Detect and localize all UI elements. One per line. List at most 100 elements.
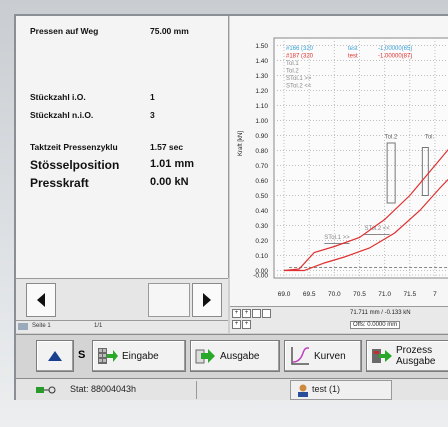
legend-entry-name: test [348, 46, 358, 52]
eingabe-label: Eingabe [122, 350, 159, 362]
process-output-icon [372, 349, 392, 363]
kraft-label: Presskraft [30, 176, 89, 190]
legend-entry-value: -1.00000(87) [378, 54, 412, 60]
connection-icon [36, 386, 56, 394]
x-tick-label: 7 [433, 291, 437, 298]
cursor-readout: 71.711 mm / -0.133 kN [350, 310, 411, 316]
eingabe-button[interactable]: Eingabe [92, 340, 186, 372]
legend-entry: Tol.2 [286, 69, 299, 75]
process-info-panel: Pressen auf Weg 75.00 mm Stückzahl i.O. … [16, 16, 229, 278]
tol1-annotation: Tol. [425, 135, 435, 141]
y-tick-label: 0.90 [255, 133, 268, 140]
triangle-left-icon [37, 293, 45, 307]
legend-entry: #166 (320 [286, 46, 314, 52]
triangle-up-icon [48, 351, 62, 361]
prozess-ausgabe-label: Prozess Ausgabe [396, 345, 435, 367]
zoom-box-5[interactable]: + [232, 320, 241, 329]
legend-entry: STol.1 >> [286, 76, 312, 82]
tol2-annotation: Tol.2 [385, 135, 398, 141]
x-tick-label: 71.0 [378, 291, 391, 298]
zoom-box-2[interactable]: + [242, 309, 251, 318]
zoom-box-3[interactable] [252, 309, 261, 318]
zoom-box-1[interactable]: + [232, 309, 241, 318]
s-label: S [78, 349, 86, 361]
function-key-bar: S Eingabe Ausgabe Kurven Prozess Ausgabe [16, 334, 448, 379]
up-button[interactable] [36, 340, 74, 372]
x-tick-label: 70.0 [328, 291, 341, 298]
scroll-right-button[interactable] [192, 283, 222, 317]
pressen-value: 75.00 mm [150, 26, 189, 36]
io-label: Stückzahl i.O. [30, 92, 86, 102]
legend-entry-name: test [348, 54, 358, 60]
page-scroll-bar [16, 278, 228, 321]
y-tick-label: 1.30 [255, 73, 268, 80]
nio-value: 3 [150, 110, 155, 120]
y-tick-label: 1.40 [255, 58, 268, 65]
taktzeit-row: Taktzeit Pressenzyklu 1.57 sec [30, 142, 183, 152]
status-bar: Stat: 88004043h test (1) [16, 378, 448, 400]
prozess-label-line1: Prozess [396, 345, 433, 356]
y-axis-label: Kraft [kN] [238, 131, 244, 156]
y-tick-label: 0.40 [255, 208, 268, 215]
y-tick-label: 0.60 [255, 178, 268, 185]
x-tick-label: 70.5 [353, 291, 366, 298]
scroll-left-button[interactable] [26, 283, 56, 317]
chart-toolbar: + + + + 71.711 mm / -0.133 kN Offs: 0.00… [230, 306, 448, 333]
prozess-ausgabe-button[interactable]: Prozess Ausgabe [366, 340, 448, 372]
ausgabe-label: Ausgabe [220, 350, 260, 362]
status-divider [196, 381, 197, 399]
curve-chart-icon [291, 347, 310, 365]
page-indicator-bar: Seite 1 1/1 [16, 320, 228, 333]
ausgabe-button[interactable]: Ausgabe [190, 340, 280, 372]
stoessel-value: 1.01 mm [150, 158, 195, 170]
user-text: test (1) [312, 384, 341, 394]
stat-text: Stat: 88004043h [70, 384, 137, 394]
chart-svg: 1.50 1.40 1.30 1.20 1.10 1.00 0.90 0.80 0.70 0.60… [238, 37, 448, 298]
page-icon [18, 323, 28, 330]
takt-label: Taktzeit Pressenzyklu [30, 142, 118, 152]
stol1-annotation: STol.1 >> [324, 235, 350, 241]
output-arrow-icon [195, 349, 215, 364]
x-tick-label: 69.0 [278, 291, 291, 298]
kraft-value: 0.00 kN [150, 176, 189, 188]
y-tick-label: 0.30 [255, 223, 268, 230]
prozess-label-line2: Ausgabe [396, 356, 436, 367]
stueckzahl-nio-row: Stückzahl n.i.O. 3 [30, 110, 155, 120]
force-displacement-chart: 1.50 1.40 1.30 1.20 1.10 1.00 0.90 0.80 0.70 0.60… [230, 16, 448, 316]
io-value: 1 [150, 92, 155, 102]
stueckzahl-io-row: Stückzahl i.O. 1 [30, 92, 155, 102]
triangle-right-icon [203, 293, 211, 307]
y-tick-label: -0.00 [253, 273, 268, 280]
pressen-auf-weg-row: Pressen auf Weg 75.00 mm [30, 26, 189, 36]
page-label: Seite 1 [32, 323, 51, 329]
offset-readout: Offs: 0.0000 mm [350, 321, 401, 329]
legend-entry: STol.2 << [286, 84, 312, 90]
zoom-box-4[interactable] [262, 309, 271, 318]
scroll-thumb[interactable] [148, 283, 190, 317]
y-tick-label: 0.70 [255, 163, 268, 170]
x-tick-label: 71.5 [403, 291, 416, 298]
legend-entry: #187 (320 [286, 54, 314, 60]
stoessel-label: Stösselposition [30, 158, 120, 172]
y-tick-label: 1.10 [255, 103, 268, 110]
zoom-box-6[interactable]: + [242, 320, 251, 329]
y-tick-label: 1.20 [255, 88, 268, 95]
input-grid-icon [98, 348, 118, 364]
y-tick-label: 0.50 [255, 193, 268, 200]
y-tick-label: 1.50 [255, 43, 268, 50]
page-count: 1/1 [94, 323, 103, 329]
takt-value: 1.57 sec [150, 142, 184, 152]
nio-label: Stückzahl n.i.O. [30, 110, 94, 120]
user-icon [298, 384, 308, 397]
stoesselposition-row: Stösselposition 1.01 mm [30, 158, 194, 172]
legend-entry-value: -1.00000(65) [378, 46, 412, 52]
y-tick-label: 1.00 [255, 118, 268, 125]
legend-entry: Tol.1 [286, 61, 299, 67]
kurven-label: Kurven [314, 350, 346, 362]
x-tick-label: 69.5 [303, 291, 316, 298]
y-tick-label: 0.10 [255, 253, 268, 260]
y-tick-label: 0.20 [255, 238, 268, 245]
y-tick-label: 0.80 [255, 148, 268, 155]
pressen-label: Pressen auf Weg [30, 26, 99, 36]
kurven-button[interactable]: Kurven [284, 340, 362, 372]
